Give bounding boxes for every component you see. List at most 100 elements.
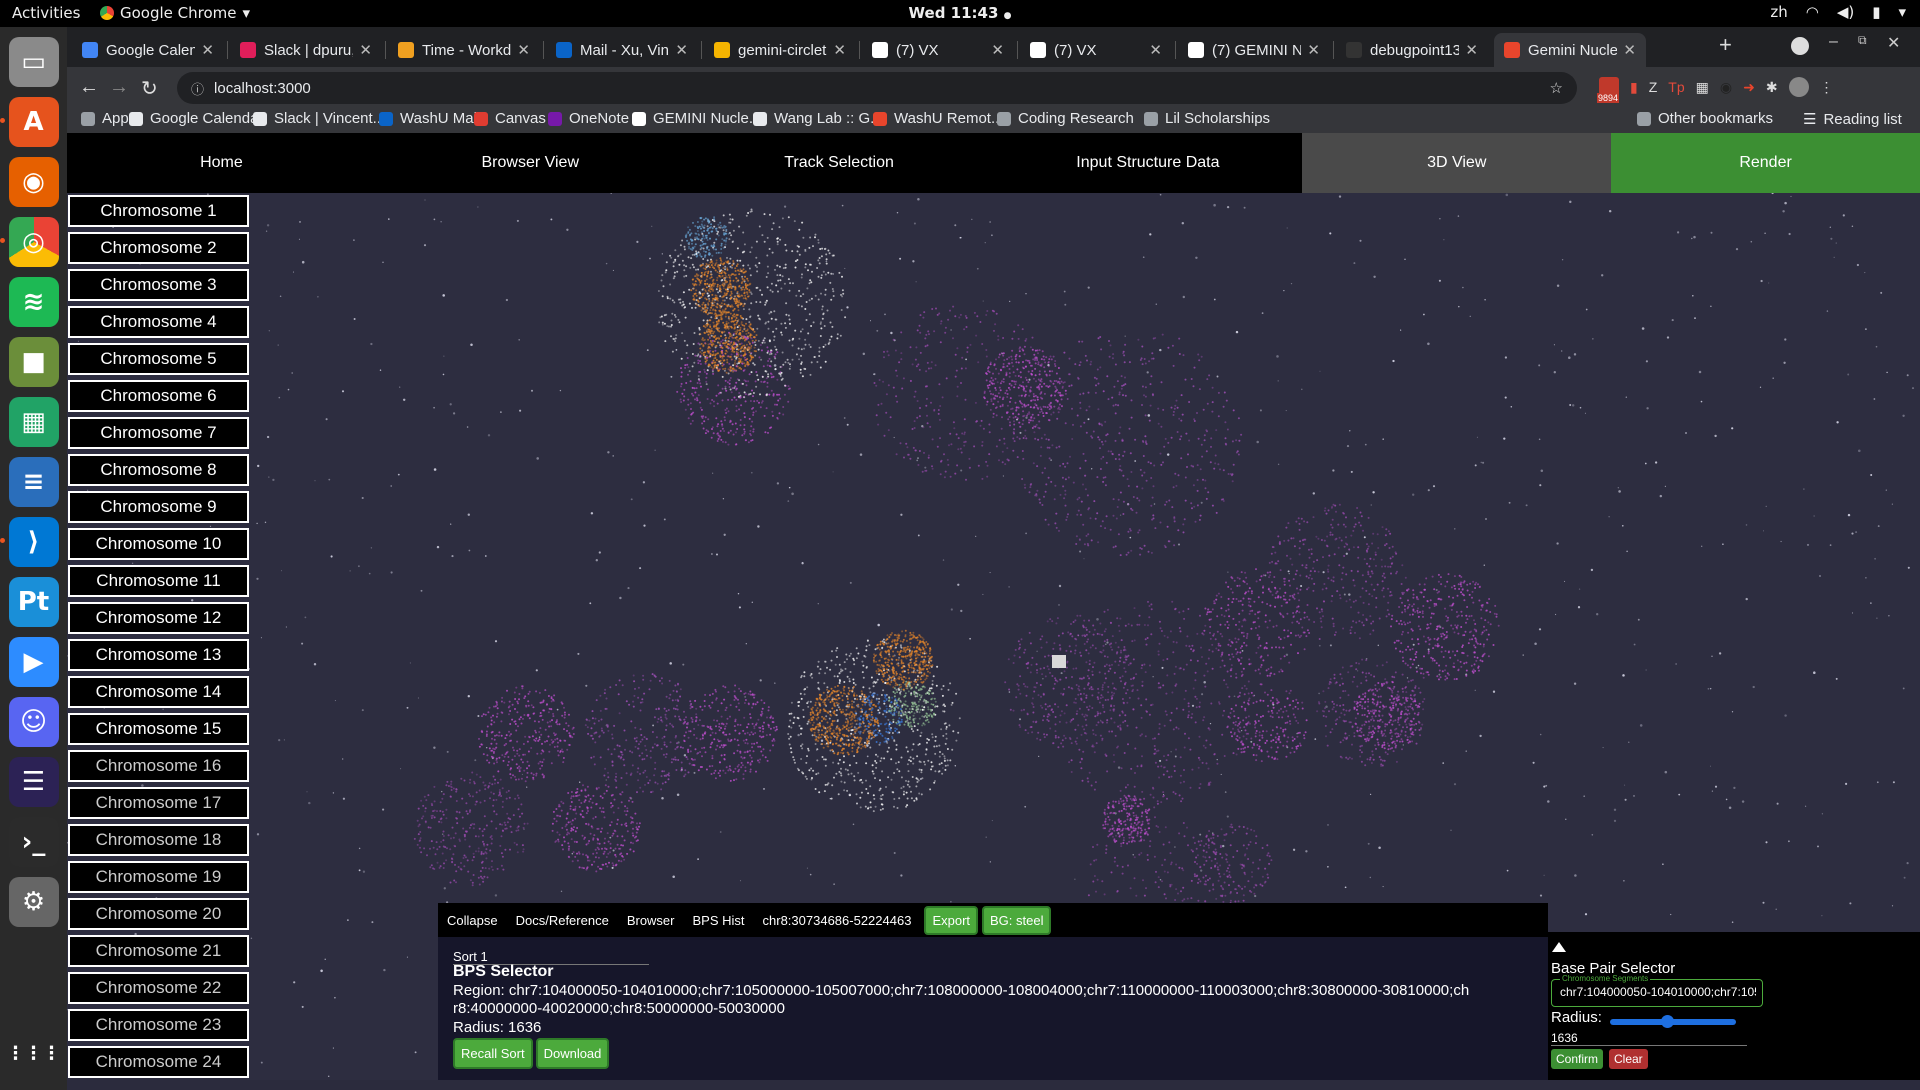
- forward-arrow-icon[interactable]: →: [109, 76, 129, 99]
- address-bar[interactable]: ⓘ localhost:3000 ☆: [177, 72, 1577, 104]
- radius-slider[interactable]: [1610, 1019, 1736, 1025]
- browser-tab[interactable]: Mail - Xu, Vincent✕: [546, 33, 698, 67]
- chromosome-sphere[interactable]: [1203, 568, 1309, 677]
- chromosome-button[interactable]: Chromosome 4: [68, 306, 249, 338]
- close-tab-icon[interactable]: ✕: [675, 41, 688, 59]
- render-button[interactable]: Render: [1611, 133, 1920, 193]
- vscode-dock-icon[interactable]: ⟩: [9, 517, 59, 567]
- chromosome-button[interactable]: Chromosome 15: [68, 713, 249, 745]
- browser-tab[interactable]: (7) VX✕: [862, 33, 1014, 67]
- clock[interactable]: Wed 11:43 ●: [909, 4, 1012, 22]
- chromatin-structure[interactable]: [685, 216, 730, 258]
- chromosome-sphere[interactable]: [478, 685, 575, 782]
- pt-dock-icon[interactable]: Pt: [9, 577, 59, 627]
- bps-hist-tab[interactable]: BPS Hist: [684, 913, 754, 928]
- minecraft-dock-icon[interactable]: ■: [9, 337, 59, 387]
- chromosome-button[interactable]: Chromosome 24: [68, 1046, 249, 1078]
- firefox-dock-icon[interactable]: ◉: [9, 157, 59, 207]
- bookmark-item[interactable]: WashU Mail: [379, 110, 480, 127]
- chromosome-button[interactable]: Chromosome 6: [68, 380, 249, 412]
- bookmark-other[interactable]: Other bookmarks: [1637, 110, 1773, 127]
- browser-tab[interactable]: (7) VX✕: [1020, 33, 1172, 67]
- chromosome-button[interactable]: Chromosome 17: [68, 787, 249, 819]
- background-button[interactable]: BG: steel: [982, 906, 1051, 935]
- reload-icon[interactable]: ↻: [141, 76, 158, 101]
- chromosome-button[interactable]: Chromosome 10: [68, 528, 249, 560]
- chromosome-sphere[interactable]: [983, 346, 1067, 429]
- chromosome-sphere[interactable]: [1353, 681, 1420, 750]
- download-button[interactable]: Download: [536, 1038, 610, 1069]
- chromosome-button[interactable]: Chromosome 13: [68, 639, 249, 671]
- bookmark-item[interactable]: Wang Lab :: G...: [753, 110, 883, 127]
- region-tab[interactable]: chr8:30734686-52224463: [754, 913, 921, 928]
- chromosome-sphere[interactable]: [874, 306, 1051, 481]
- chromosome-button[interactable]: Chromosome 19: [68, 861, 249, 893]
- bookmark-red-icon[interactable]: ▮: [1630, 79, 1638, 96]
- browser-tab[interactable]: (7) GEMINI Nucleus✕: [1178, 33, 1330, 67]
- chromosome-button[interactable]: Chromosome 8: [68, 454, 249, 486]
- chromosome-sphere[interactable]: [1043, 601, 1251, 809]
- terminal-dock-icon[interactable]: ›_: [9, 817, 59, 867]
- bookmark-item[interactable]: Canvas: [474, 110, 546, 127]
- chromosome-sphere[interactable]: [1390, 573, 1500, 681]
- browser-tab[interactable]: Browser: [618, 913, 684, 928]
- settings-dock-icon[interactable]: ⚙: [9, 877, 59, 927]
- nav-browser-view[interactable]: Browser View: [376, 133, 685, 193]
- chromosome-button[interactable]: Chromosome 18: [68, 824, 249, 856]
- input-language[interactable]: zh: [1770, 3, 1787, 21]
- chromosome-sphere[interactable]: [1194, 824, 1273, 904]
- caret-up-icon[interactable]: [1552, 942, 1566, 952]
- bookmark-item[interactable]: OneNote: [548, 110, 629, 127]
- spotify-dock-icon[interactable]: ≋: [9, 277, 59, 327]
- show-apps-grid-icon[interactable]: ⋮⋮⋮: [9, 1028, 59, 1078]
- bookmark-item[interactable]: Apps: [81, 110, 136, 127]
- chromatin-structure[interactable]: [690, 257, 751, 318]
- close-tab-icon[interactable]: ✕: [1623, 41, 1636, 59]
- browser-tab[interactable]: gemini-circlet✕: [704, 33, 856, 67]
- bookmark-item[interactable]: GEMINI Nucle...: [632, 110, 761, 127]
- close-tab-icon[interactable]: ✕: [991, 41, 1004, 59]
- close-tab-icon[interactable]: ✕: [1307, 41, 1320, 59]
- zoom-dock-icon[interactable]: ▶: [9, 637, 59, 687]
- bookmark-item[interactable]: Slack | Vincent...: [253, 110, 385, 127]
- info-icon[interactable]: ⓘ: [191, 79, 204, 98]
- zotero-icon[interactable]: Z: [1649, 79, 1658, 95]
- writer-dock-icon[interactable]: ≡: [9, 457, 59, 507]
- chromosome-sphere[interactable]: [1004, 615, 1137, 748]
- chromatin-structure[interactable]: [873, 630, 934, 691]
- software-dock-icon[interactable]: A: [9, 97, 59, 147]
- bookmark-reading-list[interactable]: ☰ Reading list: [1803, 110, 1902, 128]
- browser-tab[interactable]: Gemini Nucleome✕: [1494, 33, 1646, 67]
- discord-dock-icon[interactable]: ☺: [9, 697, 59, 747]
- minimize-icon[interactable]: –: [1829, 33, 1838, 51]
- chromosome-button[interactable]: Chromosome 23: [68, 1009, 249, 1041]
- clear-button[interactable]: Clear: [1609, 1049, 1648, 1069]
- chromosome-button[interactable]: Chromosome 7: [68, 417, 249, 449]
- radius-slider-handle[interactable]: [1661, 1015, 1674, 1028]
- chromosome-button[interactable]: Chromosome 3: [68, 269, 249, 301]
- back-arrow-icon[interactable]: ←: [79, 76, 99, 99]
- browser-tab[interactable]: Google Calendar✕: [72, 33, 224, 67]
- confirm-button[interactable]: Confirm: [1551, 1049, 1603, 1069]
- chromosome-button[interactable]: Chromosome 22: [68, 972, 249, 1004]
- nav-home[interactable]: Home: [67, 133, 376, 193]
- chromosome-sphere[interactable]: [1012, 334, 1242, 556]
- chrome-dock-icon[interactable]: ◎: [9, 217, 59, 267]
- chromosome-sphere[interactable]: [552, 784, 641, 872]
- camera-target-cube[interactable]: [1052, 655, 1066, 668]
- chromosome-segments-input[interactable]: [1560, 985, 1756, 999]
- chromosome-segments-field[interactable]: Chromosome Segments: [1551, 979, 1763, 1007]
- close-tab-icon[interactable]: ✕: [201, 41, 214, 59]
- collapse-tab[interactable]: Collapse: [438, 913, 507, 928]
- chromosome-sphere[interactable]: [1102, 795, 1150, 845]
- close-tab-icon[interactable]: ✕: [1149, 41, 1162, 59]
- puzzle-icon[interactable]: ✱: [1766, 79, 1778, 96]
- chromosome-button[interactable]: Chromosome 9: [68, 491, 249, 523]
- chromosome-button[interactable]: Chromosome 5: [68, 343, 249, 375]
- close-tab-icon[interactable]: ✕: [359, 41, 372, 59]
- close-tab-icon[interactable]: ✕: [833, 41, 846, 59]
- chromosome-button[interactable]: Chromosome 11: [68, 565, 249, 597]
- browser-tab[interactable]: Time - Workday✕: [388, 33, 540, 67]
- docs-reference-tab[interactable]: Docs/Reference: [507, 913, 618, 928]
- chromosome-button[interactable]: Chromosome 21: [68, 935, 249, 967]
